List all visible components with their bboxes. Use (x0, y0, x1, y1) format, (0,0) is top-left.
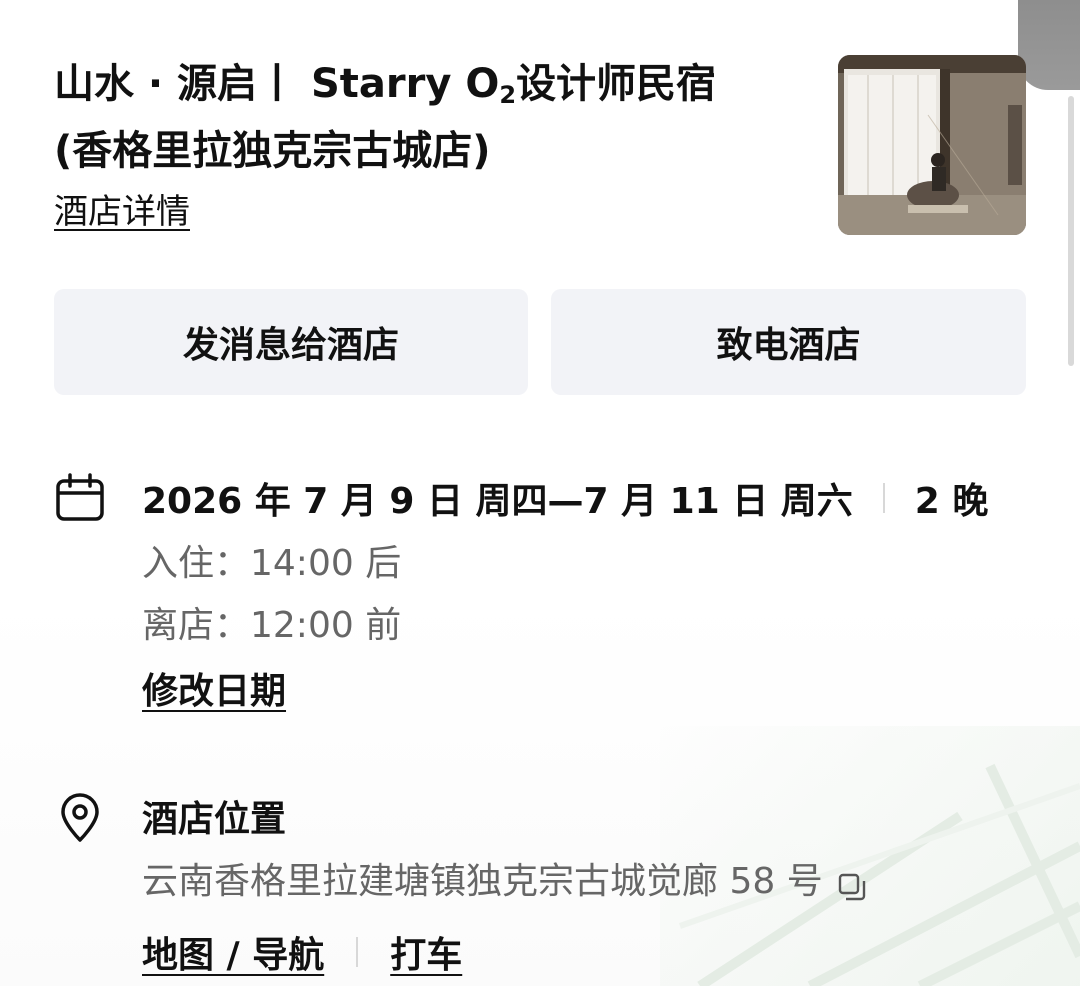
taxi-link[interactable]: 打车 (390, 926, 462, 978)
change-date-link[interactable]: 修改日期 (142, 668, 286, 716)
location-pin-icon (54, 792, 106, 844)
call-hotel-button[interactable]: 致电酒店 (551, 289, 1026, 395)
stay-dates: 2026 年 7 月 9 日 周四—7 月 11 日 周六 2 晚 (142, 472, 988, 524)
nights-count: 2 晚 (914, 481, 989, 522)
map-navigation-link[interactable]: 地图 / 导航 (142, 926, 324, 978)
scrollbar[interactable] (1068, 96, 1074, 366)
map-background (660, 726, 1080, 986)
copy-icon[interactable] (837, 867, 867, 901)
hotel-photo[interactable] (838, 55, 1026, 235)
calendar-icon (54, 472, 106, 524)
hotel-name-line2: (香格里拉独克宗古城店) (54, 128, 491, 174)
checkout-time: 离店：12:00 前 (142, 605, 402, 646)
message-hotel-button[interactable]: 发消息给酒店 (54, 289, 528, 395)
hotel-details-link[interactable]: 酒店详情 (54, 190, 190, 234)
floating-tab[interactable] (1018, 0, 1080, 90)
hotel-name-line1: 山水 · 源启丨 Starry O2设计师民宿 (54, 61, 717, 109)
divider (356, 937, 359, 967)
hotel-location-title: 酒店位置 (142, 799, 287, 840)
address-text: 云南香格里拉建塘镇独克宗古城觉廊 58 号 (142, 861, 823, 902)
hotel-name: 山水 · 源启丨 Starry O2设计师民宿 (香格里拉独克宗古城店) (54, 56, 814, 179)
location-actions: 地图 / 导航 打车 (142, 928, 462, 976)
hotel-order-detail-page: 山水 · 源启丨 Starry O2设计师民宿 (香格里拉独克宗古城店) 酒店详… (0, 0, 1080, 986)
checkin-time: 入住：14:00 后 (142, 543, 402, 584)
divider (882, 483, 885, 513)
date-range: 2026 年 7 月 9 日 周四—7 月 11 日 周六 (142, 481, 853, 522)
hotel-address: 云南香格里拉建塘镇独克宗古城觉廊 58 号 (142, 858, 867, 906)
